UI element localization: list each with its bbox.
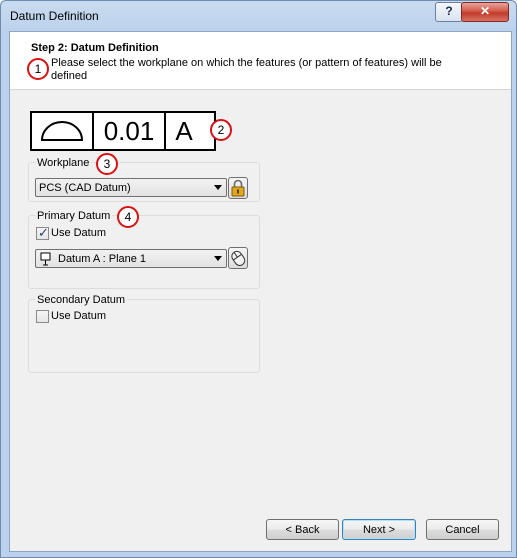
primary-datum-group-label: Primary Datum (35, 210, 113, 222)
help-button[interactable]: ? (435, 2, 463, 22)
secondary-datum-group-label: Secondary Datum (35, 294, 128, 306)
callout-badge-4: 4 (117, 206, 139, 228)
callout-badge-1: 1 (27, 58, 49, 80)
back-button[interactable]: < Back (266, 519, 339, 540)
next-button[interactable]: Next > (342, 519, 416, 540)
workplane-select[interactable]: PCS (CAD Datum) (35, 178, 227, 197)
step-description: Please select the workplane on which the… (51, 57, 442, 82)
feature-control-frame: 0.01 A (30, 111, 216, 151)
title-bar[interactable]: Datum Definition ? ✕ (1, 1, 517, 31)
lock-workplane-button[interactable] (228, 177, 248, 199)
window-title: Datum Definition (10, 9, 99, 23)
chevron-down-icon (214, 185, 222, 190)
step-title: Step 2: Datum Definition (31, 42, 159, 54)
tolerance-value: 0.01 (94, 113, 166, 149)
secondary-use-datum-label[interactable]: Use Datum (51, 310, 106, 322)
checkmark-icon: ✓ (38, 225, 49, 240)
callout-badge-2: 2 (210, 119, 232, 141)
callout-badge-3: 3 (96, 153, 118, 175)
chevron-down-icon (214, 256, 222, 261)
primary-datum-select-value: Datum A : Plane 1 (58, 253, 147, 265)
pick-datum-button[interactable] (228, 247, 248, 269)
wizard-header: Step 2: Datum Definition 1 Please select… (10, 32, 511, 90)
lock-icon (231, 179, 245, 197)
datum-reference: A (175, 115, 193, 146)
close-button[interactable]: ✕ (461, 2, 509, 22)
workplane-group-label: Workplane (35, 157, 92, 169)
primary-use-datum-checkbox[interactable]: ✓ (36, 225, 49, 240)
dialog-window: Datum Definition ? ✕ Step 2: Datum Defin… (0, 0, 517, 558)
mouse-pick-icon (231, 250, 246, 266)
cancel-button[interactable]: Cancel (426, 519, 499, 540)
secondary-use-datum-checkbox[interactable] (36, 310, 49, 323)
profile-of-surface-icon (32, 113, 94, 149)
workplane-select-value: PCS (CAD Datum) (39, 182, 131, 194)
primary-datum-select[interactable]: Datum A : Plane 1 (35, 249, 227, 268)
datum-plane-icon (40, 252, 51, 266)
primary-use-datum-label[interactable]: Use Datum (51, 227, 106, 239)
dialog-client-area: Step 2: Datum Definition 1 Please select… (9, 31, 512, 552)
